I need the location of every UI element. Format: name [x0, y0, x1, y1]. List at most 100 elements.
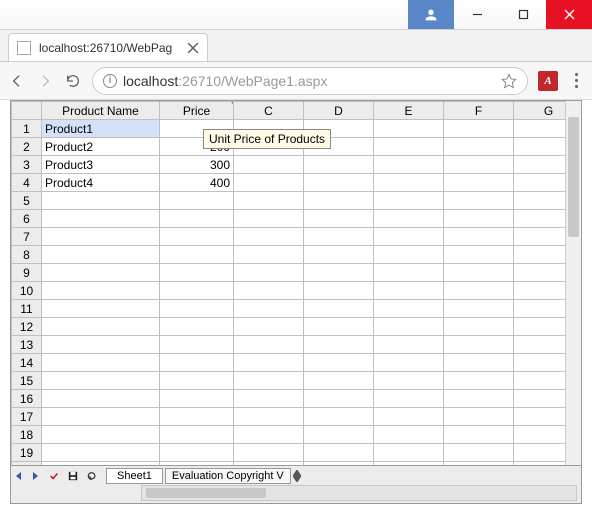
cell[interactable]	[304, 246, 374, 264]
cell[interactable]	[42, 318, 160, 336]
cell[interactable]	[234, 156, 304, 174]
col-header-F[interactable]: F	[444, 102, 514, 120]
cell[interactable]	[444, 336, 514, 354]
cell[interactable]	[374, 138, 444, 156]
vertical-scrollbar[interactable]	[565, 101, 581, 465]
cell[interactable]	[160, 282, 234, 300]
cell[interactable]	[234, 390, 304, 408]
row[interactable]: 19	[12, 444, 583, 462]
cell[interactable]	[234, 336, 304, 354]
cell[interactable]	[160, 390, 234, 408]
row[interactable]: 11	[12, 300, 583, 318]
cell[interactable]	[42, 192, 160, 210]
col-header-A[interactable]: Product Name	[42, 102, 160, 120]
cell[interactable]	[160, 264, 234, 282]
site-info-icon[interactable]: i	[103, 74, 117, 88]
cell[interactable]	[234, 228, 304, 246]
row-header[interactable]: 12	[12, 318, 42, 336]
cell[interactable]	[374, 120, 444, 138]
row-header[interactable]: 7	[12, 228, 42, 246]
cell[interactable]	[42, 210, 160, 228]
window-maximize-button[interactable]	[500, 0, 546, 29]
cell[interactable]	[374, 372, 444, 390]
cell[interactable]	[160, 444, 234, 462]
row[interactable]: 18	[12, 426, 583, 444]
row-header[interactable]: 18	[12, 426, 42, 444]
cell[interactable]	[234, 354, 304, 372]
row-header[interactable]: 9	[12, 264, 42, 282]
row-header[interactable]: 1	[12, 120, 42, 138]
cell[interactable]	[304, 318, 374, 336]
cell[interactable]	[160, 300, 234, 318]
sheet-tab[interactable]: Sheet1	[106, 468, 163, 484]
cell[interactable]	[234, 192, 304, 210]
horizontal-scrollbar[interactable]	[141, 485, 577, 501]
cell[interactable]	[374, 246, 444, 264]
col-header-C[interactable]: C	[234, 102, 304, 120]
cell[interactable]	[160, 318, 234, 336]
cell[interactable]	[304, 300, 374, 318]
browser-tab[interactable]: localhost:26710/WebPag	[8, 33, 208, 61]
cell[interactable]	[374, 354, 444, 372]
tab-nav-next-button[interactable]	[28, 469, 42, 483]
cell[interactable]	[444, 138, 514, 156]
col-header-B[interactable]: Price	[160, 102, 234, 120]
col-header-D[interactable]: D	[304, 102, 374, 120]
reload-button[interactable]	[64, 72, 82, 90]
bookmark-star-icon[interactable]	[501, 73, 517, 89]
cell[interactable]	[304, 228, 374, 246]
cell[interactable]	[304, 408, 374, 426]
row[interactable]: 13	[12, 336, 583, 354]
cell[interactable]	[444, 192, 514, 210]
pdf-extension-icon[interactable]: A	[538, 71, 558, 91]
cell[interactable]	[304, 282, 374, 300]
cell[interactable]	[304, 336, 374, 354]
row[interactable]: 9	[12, 264, 583, 282]
save-button[interactable]	[66, 469, 80, 483]
row[interactable]: 12	[12, 318, 583, 336]
undo-button[interactable]	[85, 469, 99, 483]
tab-nav-prev-button[interactable]	[12, 469, 26, 483]
cell[interactable]	[234, 426, 304, 444]
row[interactable]: 15	[12, 372, 583, 390]
cell[interactable]	[42, 354, 160, 372]
cell[interactable]	[42, 228, 160, 246]
select-all-corner[interactable]	[12, 102, 42, 120]
row[interactable]: 10	[12, 282, 583, 300]
cell[interactable]	[304, 444, 374, 462]
row-header[interactable]: 16	[12, 390, 42, 408]
row-header[interactable]: 17	[12, 408, 42, 426]
cell[interactable]	[160, 408, 234, 426]
cell[interactable]	[42, 264, 160, 282]
cell[interactable]	[374, 210, 444, 228]
cell[interactable]	[374, 282, 444, 300]
row-header[interactable]: 6	[12, 210, 42, 228]
cell[interactable]	[234, 282, 304, 300]
cell[interactable]	[234, 246, 304, 264]
cell[interactable]	[234, 372, 304, 390]
cell[interactable]	[234, 444, 304, 462]
cell[interactable]	[444, 228, 514, 246]
cell[interactable]: 400	[160, 174, 234, 192]
address-bar[interactable]: i localhost:26710/WebPage1.aspx	[92, 67, 528, 95]
cell[interactable]	[234, 408, 304, 426]
cell[interactable]	[374, 336, 444, 354]
row-header[interactable]: 14	[12, 354, 42, 372]
cell[interactable]	[374, 174, 444, 192]
cell[interactable]	[160, 210, 234, 228]
row-header[interactable]: 5	[12, 192, 42, 210]
row-header[interactable]: 15	[12, 372, 42, 390]
cell[interactable]	[304, 264, 374, 282]
cell[interactable]	[304, 354, 374, 372]
cell[interactable]: Product1	[42, 120, 160, 138]
row-header[interactable]: 10	[12, 282, 42, 300]
cell[interactable]	[234, 210, 304, 228]
commit-button[interactable]	[47, 469, 61, 483]
cell[interactable]	[444, 120, 514, 138]
cell[interactable]	[444, 174, 514, 192]
row[interactable]: 7	[12, 228, 583, 246]
cell[interactable]	[374, 444, 444, 462]
cell[interactable]	[42, 372, 160, 390]
cell[interactable]	[234, 174, 304, 192]
cell[interactable]	[42, 282, 160, 300]
